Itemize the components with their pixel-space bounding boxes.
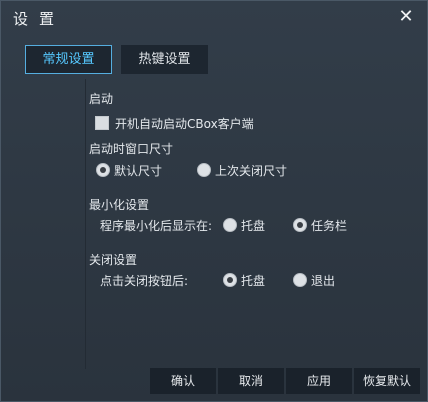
window-size-heading: 启动时窗口尺寸 — [89, 142, 174, 156]
startup-heading: 启动 — [89, 92, 114, 106]
title-bar[interactable]: 设置 ✕ — [1, 1, 427, 35]
cancel-button[interactable]: 取消 — [218, 368, 284, 394]
restore-defaults-button[interactable]: 恢复默认 — [354, 368, 420, 394]
minimize-taskbar-label: 任务栏 — [311, 219, 348, 233]
radio-minimize-tray[interactable] — [223, 218, 237, 232]
autostart-checkbox[interactable] — [95, 116, 109, 130]
minimize-heading: 最小化设置 — [89, 198, 150, 212]
autostart-label: 开机自动启动CBox客户端 — [115, 117, 254, 131]
close-prompt: 点击关闭按钮后: — [100, 274, 189, 288]
default-size-label: 默认尺寸 — [114, 164, 163, 178]
close-icon[interactable]: ✕ — [395, 6, 417, 28]
radio-minimize-taskbar[interactable] — [293, 218, 307, 232]
radio-default-size[interactable] — [96, 163, 110, 177]
close-heading: 关闭设置 — [89, 253, 138, 267]
tab-general[interactable]: 常规设置 — [25, 45, 112, 74]
ok-button[interactable]: 确认 — [150, 368, 216, 394]
minimize-tray-label: 托盘 — [241, 219, 266, 233]
last-size-label: 上次关闭尺寸 — [215, 164, 288, 178]
minimize-prompt: 程序最小化后显示在: — [100, 219, 213, 233]
close-tray-label: 托盘 — [241, 274, 266, 288]
radio-close-tray[interactable] — [223, 273, 237, 287]
window-title: 设置 — [13, 10, 66, 28]
apply-button[interactable]: 应用 — [286, 368, 352, 394]
close-exit-label: 退出 — [311, 274, 336, 288]
radio-last-size[interactable] — [197, 163, 211, 177]
tab-hotkeys[interactable]: 热键设置 — [121, 45, 208, 74]
radio-close-exit[interactable] — [293, 273, 307, 287]
settings-dialog: 设置 ✕ 常规设置 热键设置 启动 开机自动启动CBox客户端 启动时窗口尺寸 … — [0, 0, 428, 402]
